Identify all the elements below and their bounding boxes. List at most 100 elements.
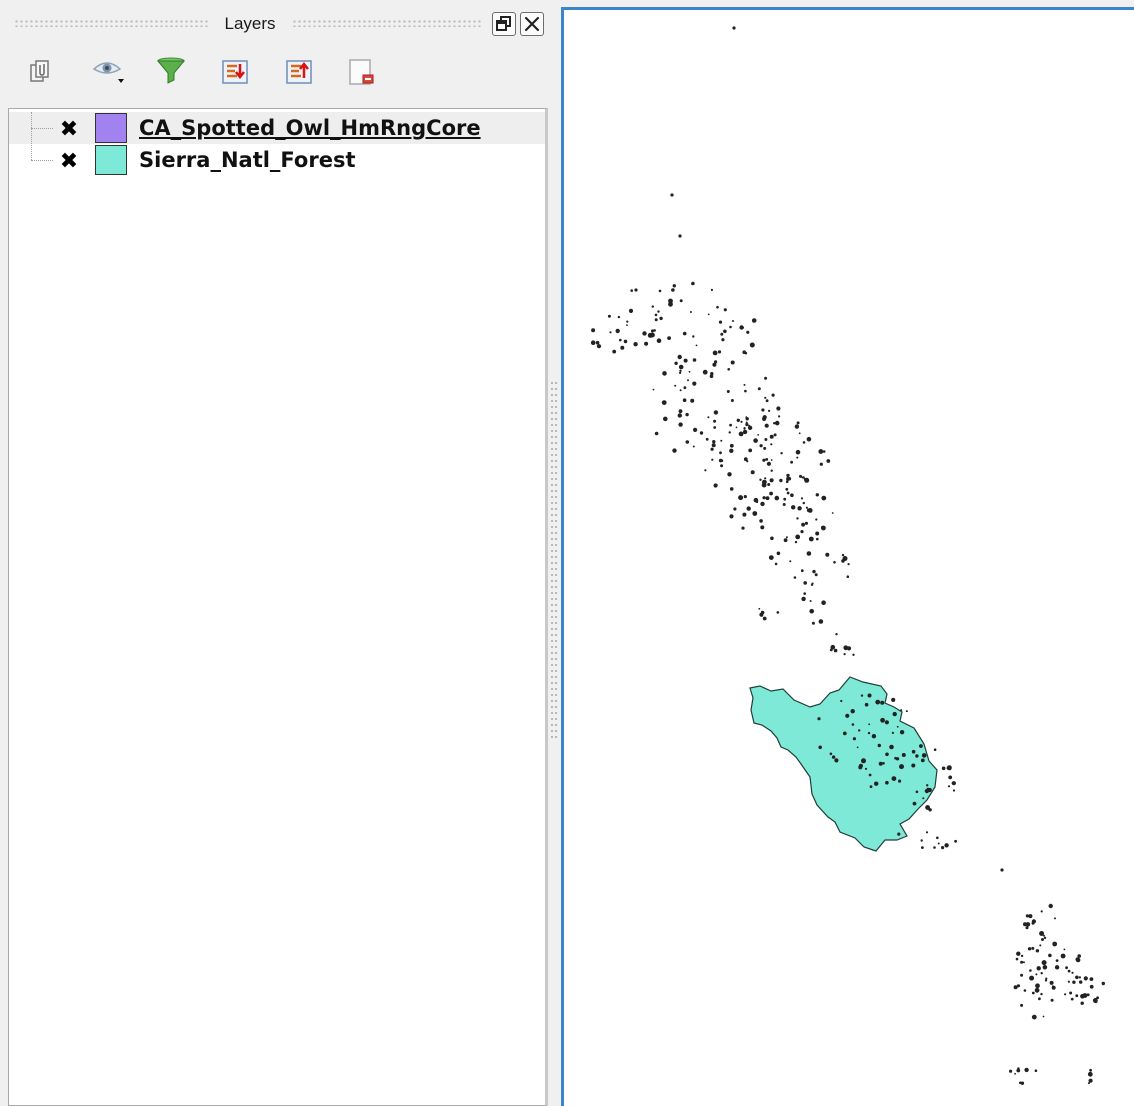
panel-title-bar[interactable]: Layers (0, 8, 556, 42)
layer-row-owl[interactable]: ✖ CA_Spotted_Owl_HmRngCore (9, 112, 545, 144)
owl-core-area (1052, 941, 1058, 947)
owl-core-area (1080, 1001, 1084, 1005)
owl-core-area (869, 785, 873, 789)
owl-core-area (783, 538, 788, 543)
owl-core-area (761, 482, 767, 488)
layer-row-forest[interactable]: ✖ Sierra_Natl_Forest (9, 128, 545, 176)
owl-core-area (905, 710, 908, 713)
layer-color-swatch[interactable] (95, 113, 127, 143)
owl-core-area (884, 720, 889, 725)
owl-core-area (1031, 991, 1035, 995)
owl-core-area (710, 447, 714, 451)
owl-core-area (895, 757, 900, 761)
owl-core-area (762, 496, 766, 500)
owl-core-area (729, 423, 732, 427)
owl-core-area (1089, 977, 1094, 981)
layer-visibility-checkbox[interactable]: ✖ (57, 150, 81, 174)
panel-title: Layers (224, 14, 276, 33)
owl-core-area (951, 781, 956, 786)
owl-core-area (933, 846, 936, 849)
owl-core-area (948, 775, 953, 780)
owl-core-area (814, 573, 818, 577)
owl-core-area (791, 505, 796, 510)
owl-core-area (672, 448, 677, 453)
owl-core-area (802, 501, 805, 505)
owl-core-area (937, 842, 940, 845)
map-canvas[interactable] (561, 7, 1134, 1106)
owl-core-area (740, 420, 743, 423)
owl-core-area (920, 758, 925, 763)
filter-legend-button[interactable] (152, 52, 190, 90)
expand-all-button[interactable] (216, 52, 254, 90)
owl-core-area (803, 592, 806, 595)
map-view[interactable] (564, 10, 1134, 1106)
owl-core-area (809, 608, 814, 614)
layer-name[interactable]: CA_Spotted_Owl_HmRngCore (139, 115, 481, 141)
owl-core-area (1075, 975, 1079, 980)
owl-core-area (925, 805, 930, 810)
owl-core-area (841, 559, 845, 563)
owl-core-area (868, 773, 872, 777)
owl-core-area (634, 288, 638, 292)
owl-core-area (770, 469, 773, 472)
layer-name[interactable]: Sierra_Natl_Forest (139, 147, 356, 173)
manage-visibility-button[interactable] (88, 52, 126, 90)
owl-core-area (768, 409, 771, 412)
funnel-icon (156, 57, 186, 84)
forest-polygon[interactable] (749, 676, 938, 852)
owl-core-area (779, 478, 783, 483)
owl-core-area (1034, 1069, 1038, 1072)
owl-core-area (891, 697, 896, 703)
close-panel-button[interactable] (520, 12, 544, 36)
drag-grip[interactable] (292, 19, 482, 27)
owl-core-area (815, 531, 820, 536)
layer-visibility-checkbox[interactable]: ✖ (57, 118, 81, 142)
close-icon (524, 16, 540, 32)
drag-grip[interactable] (14, 19, 210, 27)
owl-core-area (808, 536, 814, 542)
owl-core-area (590, 340, 596, 346)
owl-core-area (789, 560, 792, 563)
owl-core-area (713, 483, 718, 488)
owl-core-area (1055, 959, 1059, 962)
panel-splitter-handle[interactable] (550, 380, 558, 740)
owl-core-area (692, 335, 695, 338)
owl-core-area (679, 371, 682, 374)
owl-core-area (729, 487, 734, 491)
layer-color-swatch[interactable] (95, 145, 127, 175)
owl-core-area (921, 753, 927, 758)
owl-core-area (1075, 994, 1079, 998)
owl-core-area (1079, 980, 1083, 984)
owl-core-area (868, 723, 871, 726)
owl-core-area (767, 483, 771, 486)
float-panel-button[interactable] (492, 12, 516, 36)
owl-core-area (770, 459, 773, 461)
owl-core-area (683, 386, 687, 390)
owl-core-area (620, 345, 625, 350)
owl-core-area (729, 443, 734, 448)
owl-core-area (718, 320, 723, 324)
collapse-all-button[interactable] (280, 52, 318, 90)
owl-core-area (801, 476, 804, 479)
owl-core-area (1071, 971, 1074, 974)
owl-core-area (840, 699, 843, 703)
owl-core-area (1029, 975, 1035, 981)
owl-core-area (847, 563, 850, 566)
owl-core-area (704, 469, 707, 472)
owl-core-area (595, 340, 600, 345)
owl-core-area (748, 448, 753, 453)
owl-core-area (812, 569, 816, 574)
owl-core-area (695, 344, 698, 347)
owl-core-area (692, 358, 697, 362)
owl-core-area (864, 767, 868, 770)
owl-core-area (674, 384, 677, 387)
eye-icon (92, 62, 124, 83)
owl-core-area (846, 646, 852, 651)
remove-layer-button[interactable] (342, 52, 380, 90)
owl-core-area (795, 449, 801, 455)
owl-core-area (651, 329, 654, 333)
add-group-button[interactable] (22, 52, 60, 90)
owl-core-area (1096, 996, 1099, 1000)
owl-core-area (1013, 985, 1018, 990)
owl-core-area (821, 525, 826, 531)
